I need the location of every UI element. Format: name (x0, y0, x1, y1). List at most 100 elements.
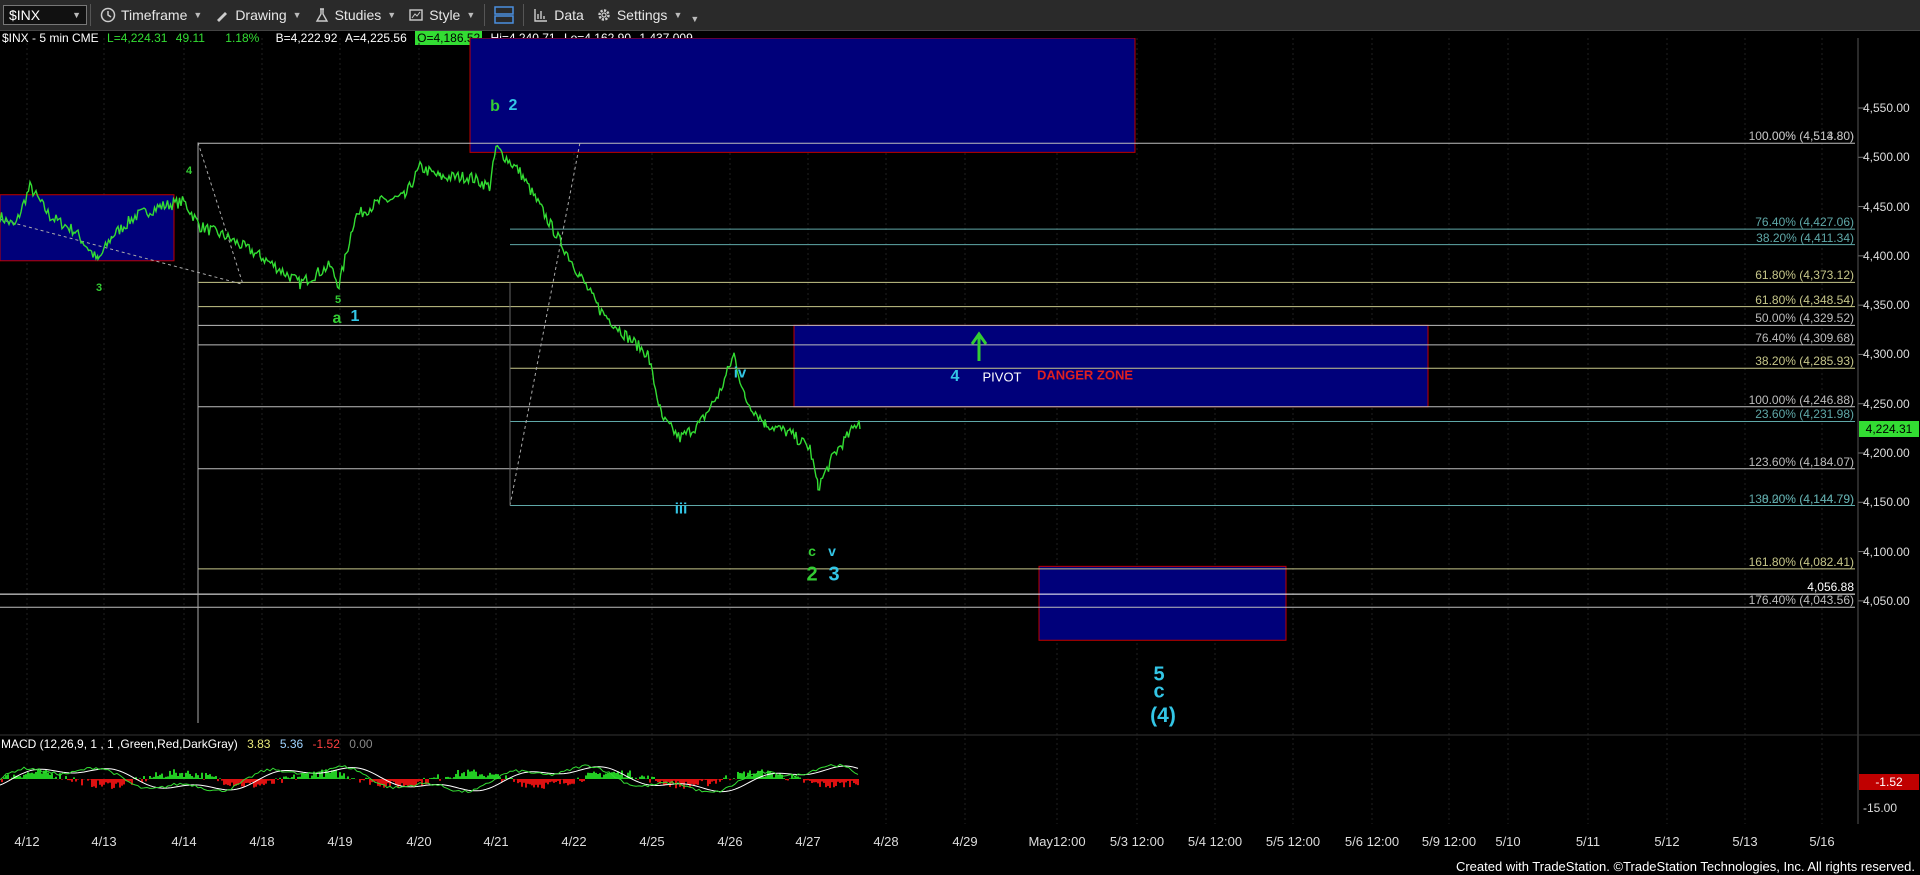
chevron-down-icon: ▼ (466, 10, 476, 20)
date-label: 5/3 12:00 (1109, 834, 1165, 849)
fib-label: 100.00% (4,246.88) (1748, 392, 1854, 407)
wave-label-b: b (490, 98, 500, 115)
wave-label-iii: iii (674, 500, 688, 518)
date-label: 4/22 (561, 834, 587, 849)
toolbar-divider (523, 4, 525, 26)
macd-value: 3.83 (247, 737, 271, 751)
macd-header: MACD (12,26,9, 1 , 1 ,Green,Red,DarkGray… (1, 737, 379, 751)
flask-icon (315, 8, 328, 22)
more-icon: ▼ (690, 14, 700, 24)
data-label: Data (554, 7, 584, 23)
macd-hist-value: -1.52 (312, 737, 340, 751)
wave-label-one: 1 (350, 308, 360, 325)
zones-layer (0, 38, 1429, 641)
wave-label-five-small: 5 (334, 294, 342, 306)
price-tick-label: 4,450.00 (1863, 199, 1910, 214)
wave-label-two-bottom: 2 (806, 563, 818, 586)
chevron-down-icon: ▼ (673, 10, 683, 20)
timeframe-label: Timeframe (121, 7, 188, 23)
settings-label: Settings (616, 7, 668, 23)
wave-label-four-left: 4 (185, 165, 193, 177)
dashed-trend-line (197, 142, 244, 285)
studies-button[interactable]: Studies ▼ (308, 0, 403, 30)
fib-label: 61.80% (4,373.12) (1755, 268, 1854, 283)
chart-grid (26, 38, 1864, 824)
data-button[interactable]: Data (527, 0, 590, 30)
toolbar-divider (90, 4, 91, 26)
macd-zero-value: 0.00 (349, 737, 373, 751)
dashed-retrace-line (509, 142, 581, 506)
danger-zone-label: DANGER ZONE (1036, 367, 1134, 383)
chevron-down-icon: ▼ (387, 10, 397, 20)
fib-label: 23.60% (4,231.98) (1755, 407, 1854, 422)
wave-label-c-small: c (808, 543, 816, 559)
date-label: 4/29 (952, 834, 978, 849)
layout-button[interactable] (488, 0, 520, 30)
date-label: 5/9 12:00 (1421, 834, 1477, 849)
price-tick-label: 4,250.00 (1863, 396, 1910, 411)
price-tick-label: 4,300.00 (1863, 347, 1910, 362)
fib-label: 61.80% (4,348.54) (1755, 292, 1854, 307)
price-chart[interactable] (0, 38, 1920, 824)
wave-label-two-top: 2 (508, 97, 518, 114)
price-tick-label: 4,050.00 (1863, 593, 1910, 608)
date-label: 4/14 (171, 834, 197, 849)
date-label: 5/11 (1575, 834, 1601, 849)
studies-label: Studies (334, 7, 382, 23)
drawing-button[interactable]: Drawing ▼ (208, 0, 307, 30)
date-label: 5/16 (1809, 834, 1835, 849)
settings-button[interactable]: Settings ▼ ▼ (590, 0, 705, 30)
price-tick-label: 4,200.00 (1863, 445, 1910, 460)
style-icon (409, 9, 423, 21)
wave-label-four-target: (4) (1150, 704, 1176, 727)
date-label: May12:00 (1028, 834, 1086, 849)
macd-axis-tick: -15.00 (1863, 801, 1898, 815)
fib-label: 4,056.88 (1807, 580, 1854, 595)
wave-label-iv: iv (733, 364, 747, 382)
layout-icon (494, 6, 515, 24)
fib-label: 161.80% (4,082.41) (1748, 554, 1854, 569)
data-grid-icon (534, 9, 548, 22)
price-tick-label: 4,550.00 (1863, 101, 1910, 115)
date-label: 4/18 (249, 834, 275, 849)
price-tick-label: 4,100.00 (1863, 544, 1910, 559)
fib-label: 38.20% (4,285.93) (1755, 354, 1854, 369)
macd-params: MACD (12,26,9, 1 , 1 ,Green,Red,DarkGray… (1, 737, 238, 751)
current-price-tag: 4,224.31 (1859, 421, 1919, 438)
price-tick-label: 4,400.00 (1863, 248, 1910, 263)
toolbar: $INX ▼ Timeframe ▼ Drawing ▼ Studies ▼ S… (0, 0, 1920, 31)
date-label: 4/25 (639, 834, 665, 849)
chevron-down-icon: ▼ (292, 10, 302, 20)
macd-signal-value: 5.36 (279, 737, 304, 751)
chevron-down-icon: ▼ (72, 10, 81, 20)
date-label: 5/6 12:00 (1344, 834, 1400, 849)
date-label: 5/5 12:00 (1265, 834, 1321, 849)
upper-resistance-zone (469, 38, 1136, 153)
date-label: 4/21 (483, 834, 509, 849)
gear-icon (598, 9, 610, 21)
wave-label-three-left: 3 (95, 282, 103, 294)
wave-label-a: a (332, 310, 342, 327)
style-button[interactable]: Style ▼ (402, 0, 481, 30)
fib-label: 176.40% (4,043.56) (1748, 593, 1854, 608)
wave5-target-zone (1038, 565, 1287, 641)
style-label: Style (429, 7, 461, 23)
timeframe-button[interactable]: Timeframe ▼ (94, 0, 208, 30)
toolbar-divider (484, 4, 486, 26)
pivot-wave-number: 4 (950, 368, 960, 385)
footer-copyright: Created with TradeStation. ©TradeStation… (1455, 859, 1915, 874)
date-label: 5/4 12:00 (1187, 834, 1243, 849)
date-label: 4/27 (795, 834, 821, 849)
chevron-down-icon: ▼ (193, 10, 203, 20)
fib-label: 76.40% (4,309.68) (1755, 330, 1854, 345)
macd-layer (0, 763, 859, 794)
fib-label: 50.00% (4,329.52) (1755, 311, 1854, 326)
macd-current-tag: -1.52 (1859, 774, 1919, 790)
fib-label: 123.60% (4,184.07) (1748, 454, 1854, 469)
price-tick-label: 4,500.00 (1863, 150, 1910, 165)
date-label: 5/12 (1654, 834, 1680, 849)
drawing-label: Drawing (235, 7, 287, 23)
date-label: 4/19 (327, 834, 353, 849)
symbol-input[interactable]: $INX ▼ (3, 5, 87, 25)
fib-label-overlap: 0.00% (4,513.80) (1761, 129, 1854, 144)
